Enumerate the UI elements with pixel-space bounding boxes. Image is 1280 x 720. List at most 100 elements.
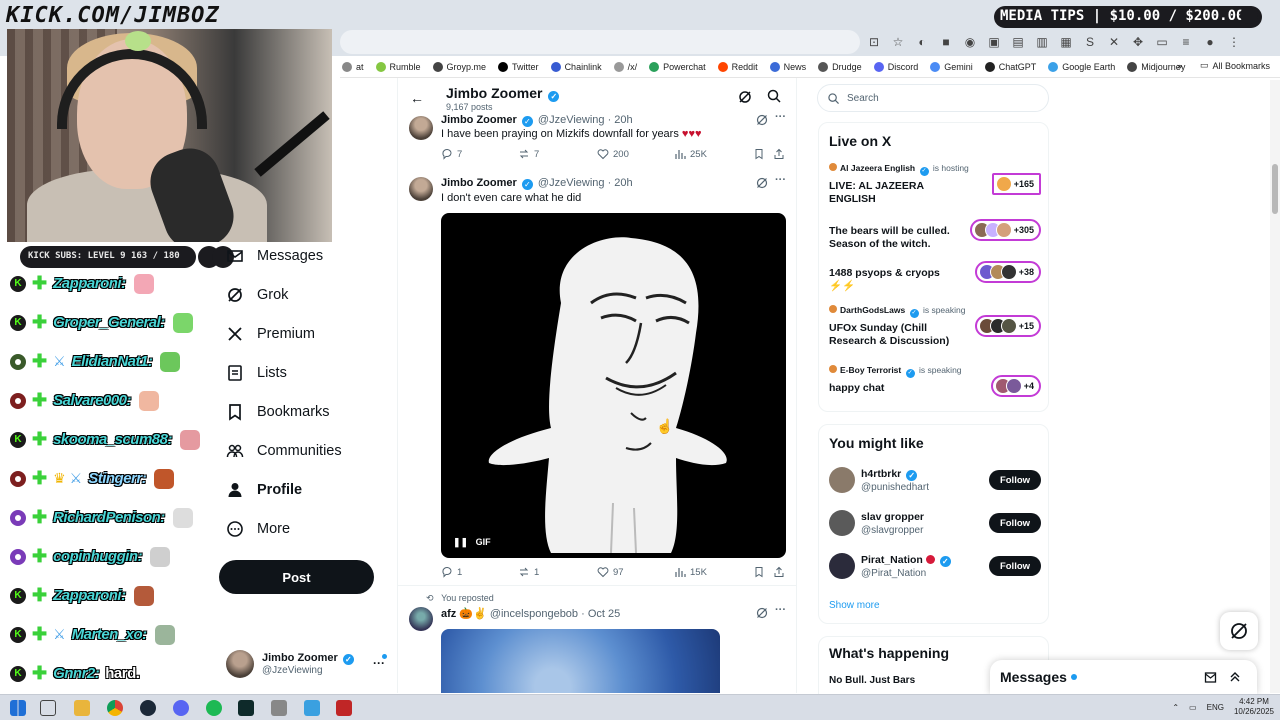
puzzle-icon[interactable]: ✥ [1130, 34, 1146, 50]
bookmark-item[interactable]: Groyp.me [432, 61, 486, 72]
show-more-link[interactable]: Show more [829, 600, 880, 611]
repost-button[interactable]: 7 [518, 148, 539, 160]
live-space-item[interactable]: The bears will be culled. Season of the … [829, 219, 1041, 251]
nav-item-bookmarks[interactable]: Bookmarks [219, 392, 389, 431]
listeners-pill[interactable]: +15 [974, 315, 1041, 337]
nav-item-profile[interactable]: Profile [219, 470, 389, 509]
follow-button[interactable]: Follow [989, 470, 1041, 490]
nav-item-lists[interactable]: Lists [219, 353, 389, 392]
suggested-user[interactable]: Pirat_Nation ✓ @Pirat_Nation Follow [829, 553, 1041, 583]
avatar[interactable] [409, 607, 433, 631]
star-bookmark-icon[interactable]: ☆ [890, 34, 906, 50]
clock[interactable]: 4:42 PM 10/26/2025 [1234, 697, 1274, 717]
menu-icon[interactable]: ≡ [1178, 34, 1194, 50]
live-space-item[interactable]: E-Boy Terrorist ✓ is speaking happy chat +… [829, 365, 1041, 397]
account-switcher[interactable]: Jimbo Zoomer ✓ @JzeViewing ··· [226, 648, 391, 680]
messages-drawer[interactable]: Messages [990, 660, 1257, 694]
x-extension-icon[interactable]: ✕ [1106, 34, 1122, 50]
suggested-user[interactable]: slav gropper @slavgropper Follow [829, 510, 1041, 540]
network-icon[interactable]: ▭ [1189, 703, 1197, 712]
avatar[interactable] [829, 553, 855, 579]
chat-username[interactable]: Gnnr2: [53, 665, 100, 682]
nav-item-communities[interactable]: Communities [219, 431, 389, 470]
nav-item-grok[interactable]: Grok [219, 275, 389, 314]
kebab-menu-icon[interactable]: ⋮ [1226, 34, 1242, 50]
bookmark-item[interactable]: at [342, 61, 364, 72]
follow-button[interactable]: Follow [989, 513, 1041, 533]
chat-username[interactable]: copinhuggin: [53, 548, 142, 565]
reply-button[interactable]: 7 [441, 148, 462, 160]
extension-icon[interactable]: ■ [938, 34, 954, 50]
chat-username[interactable]: ElidianNat1: [72, 353, 153, 370]
chat-username[interactable]: Salvare000: [53, 392, 131, 409]
app-icon[interactable] [238, 700, 254, 716]
extension-icon[interactable]: ▣ [986, 34, 1002, 50]
views-button[interactable]: 15K [674, 566, 707, 578]
language-indicator[interactable]: ENG [1207, 703, 1224, 712]
live-space-item[interactable]: 1488 psyops & cryops ⚡⚡ +38 [829, 261, 1041, 293]
like-button[interactable]: 97 [597, 566, 624, 578]
app-icon[interactable] [336, 700, 352, 716]
listeners-pill[interactable]: +38 [974, 261, 1041, 283]
chat-username[interactable]: Stingerr: [88, 470, 147, 487]
bookmark-item[interactable]: Discord [873, 61, 918, 72]
tweet-author-name[interactable]: Jimbo Zoomer [441, 114, 517, 126]
bookmark-item[interactable]: Twitter [498, 61, 539, 72]
avatar[interactable] [829, 467, 855, 493]
app-icon[interactable] [304, 700, 320, 716]
listeners-pill[interactable]: +4 [990, 375, 1041, 397]
live-space-item[interactable]: DarthGodsLaws ✓ is speaking UFOx Sunday (… [829, 305, 1041, 348]
bookmark-item[interactable]: Powerchat [649, 61, 706, 72]
like-button[interactable]: 200 [597, 148, 629, 160]
bookmark-item[interactable]: Rumble [375, 61, 421, 72]
user-name[interactable]: h4rtbrkr [861, 468, 901, 480]
task-view-icon[interactable] [40, 700, 56, 716]
more-icon[interactable]: ··· [775, 604, 786, 616]
steam-icon[interactable] [140, 700, 156, 716]
more-icon[interactable]: ··· [775, 111, 786, 123]
chrome-icon[interactable] [107, 700, 123, 716]
chat-username[interactable]: skooma_scum88: [53, 431, 172, 448]
sidebar-icon[interactable]: ▭ [1154, 34, 1170, 50]
more-icon[interactable]: ··· [775, 174, 786, 186]
tweet-handle-time[interactable]: @incelspongebob · Oct 25 [490, 608, 620, 620]
install-icon[interactable]: ⊡ [866, 34, 882, 50]
tweet-author-name[interactable]: Jimbo Zoomer [441, 177, 517, 189]
extension-icon[interactable]: ◐ [914, 34, 930, 50]
bookmark-item[interactable]: Chainlink [550, 61, 602, 72]
nav-item-more[interactable]: More [219, 509, 389, 548]
extension-icon[interactable]: ◉ [962, 34, 978, 50]
chat-username[interactable]: Groper_General: [53, 314, 165, 331]
suggested-user[interactable]: h4rtbrkr ✓ @punishedhart Follow [829, 467, 1041, 497]
app-icon[interactable] [271, 700, 287, 716]
search-icon[interactable] [767, 89, 781, 103]
reply-button[interactable]: 1 [441, 566, 462, 578]
user-name[interactable]: slav gropper [861, 511, 924, 523]
nav-item-premium[interactable]: Premium [219, 314, 389, 353]
listeners-pill[interactable]: +305 [969, 219, 1041, 241]
tweet-handle-time[interactable]: @JzeViewing · 20h [538, 177, 633, 189]
chat-username[interactable]: Zapparoni: [53, 275, 126, 292]
discord-icon[interactable] [173, 700, 189, 716]
gif-badge[interactable]: ❚❚ GIF [453, 537, 491, 548]
extension-icon[interactable]: ▦ [1058, 34, 1074, 50]
views-button[interactable]: 25K [674, 148, 707, 160]
tweet-gif[interactable]: ☝ ❚❚ GIF [441, 213, 786, 558]
avatar[interactable] [409, 177, 433, 201]
grok-button[interactable] [1220, 612, 1258, 650]
file-explorer-icon[interactable] [74, 700, 90, 716]
all-bookmarks[interactable]: » ▭ All Bookmarks [1177, 60, 1270, 71]
chat-username[interactable]: RichardPenison: [53, 509, 165, 526]
extension-icon[interactable]: ▤ [1010, 34, 1026, 50]
tweet-image[interactable] [441, 629, 720, 693]
bookmark-item[interactable]: ChatGPT [984, 61, 1036, 72]
scrollbar[interactable] [1270, 80, 1280, 693]
share-button[interactable] [773, 148, 789, 160]
avatar[interactable] [409, 116, 433, 140]
bookmark-item[interactable]: Gemini [930, 61, 973, 72]
grok-icon[interactable] [756, 607, 768, 619]
bookmark-button[interactable] [753, 148, 769, 160]
chevron-up-icon[interactable] [1228, 670, 1242, 684]
avatar[interactable] [829, 510, 855, 536]
extension-icon[interactable]: ▥ [1034, 34, 1050, 50]
